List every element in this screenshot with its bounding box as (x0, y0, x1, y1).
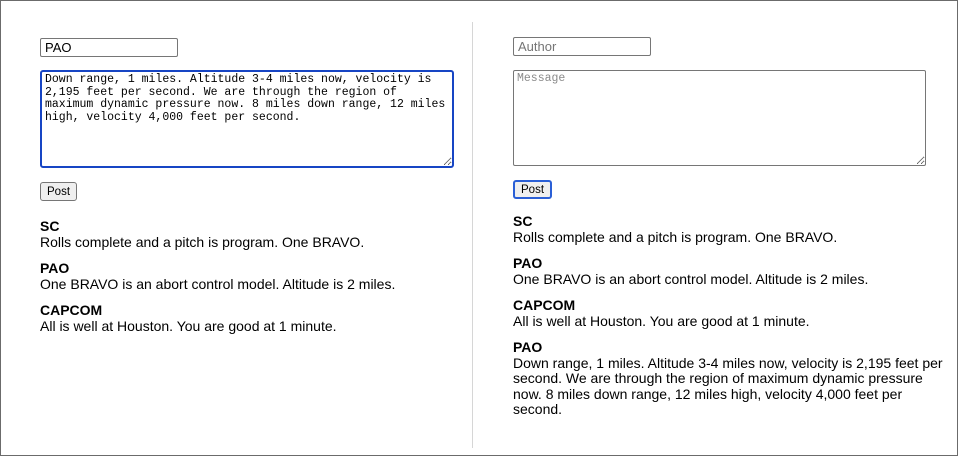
message-item: PAO One BRAVO is an abort control model.… (40, 260, 456, 292)
message-item: SC Rolls complete and a pitch is program… (40, 218, 456, 250)
message-text: All is well at Houston. You are good at … (40, 317, 337, 334)
post-button[interactable]: Post (513, 180, 553, 199)
message-author: SC (513, 213, 533, 229)
message-item: PAO Down range, 1 miles. Altitude 3-4 mi… (513, 339, 943, 418)
message-text: Rolls complete and a pitch is program. O… (40, 233, 365, 250)
message-author: CAPCOM (40, 302, 103, 318)
message-text: Rolls complete and a pitch is program. O… (513, 228, 838, 245)
message-list: SC Rolls complete and a pitch is program… (40, 218, 456, 345)
message-author: CAPCOM (513, 297, 576, 313)
message-item: PAO One BRAVO is an abort control model.… (513, 255, 943, 287)
message-author: PAO (513, 339, 543, 355)
message-text: One BRAVO is an abort control model. Alt… (513, 270, 869, 287)
post-button[interactable]: Post (40, 182, 78, 201)
message-item: CAPCOM All is well at Houston. You are g… (40, 302, 456, 334)
author-input[interactable] (513, 37, 651, 56)
message-item: CAPCOM All is well at Houston. You are g… (513, 297, 943, 329)
message-textarea[interactable]: Down range, 1 miles. Altitude 3-4 miles … (40, 70, 454, 168)
message-text: One BRAVO is an abort control model. Alt… (40, 275, 396, 292)
message-author: PAO (513, 255, 543, 271)
message-item: SC Rolls complete and a pitch is program… (513, 213, 943, 245)
message-text: Down range, 1 miles. Altitude 3-4 miles … (513, 354, 943, 417)
message-author: SC (40, 218, 60, 234)
pane-divider (472, 22, 473, 448)
author-input[interactable] (40, 38, 178, 57)
message-list: SC Rolls complete and a pitch is program… (513, 213, 943, 429)
message-text: All is well at Houston. You are good at … (513, 312, 810, 329)
message-author: PAO (40, 260, 70, 276)
message-textarea[interactable] (513, 70, 926, 166)
